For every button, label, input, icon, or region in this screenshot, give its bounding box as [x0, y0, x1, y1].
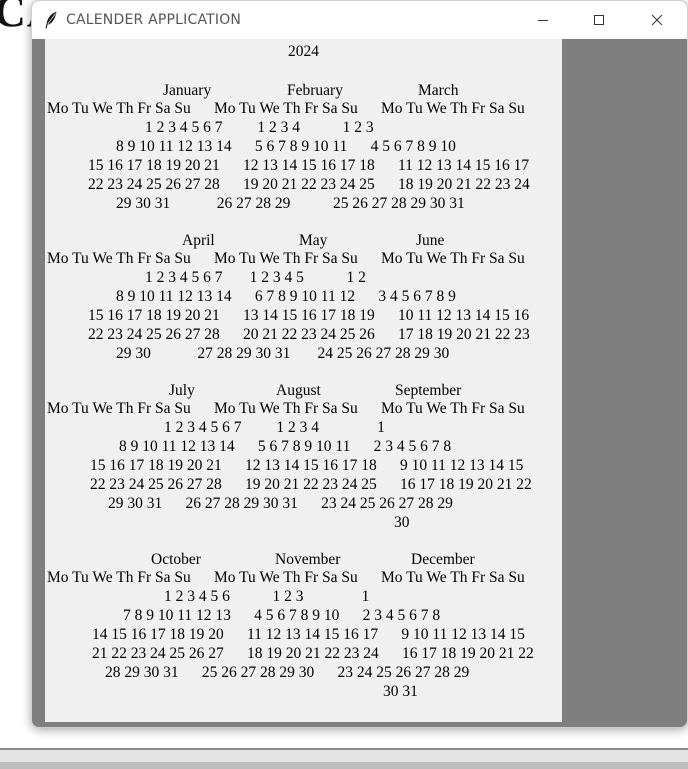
desktop: CA CALENDER APPLICATION 2024 January Feb… — [0, 0, 688, 769]
background-window-edge — [0, 748, 688, 769]
month-name: December — [411, 551, 475, 568]
week-row: 1 2 3 4 5 6 7 1 2 3 4 1 2 3 — [145, 119, 374, 136]
minimize-button[interactable] — [515, 1, 571, 39]
window-title: CALENDER APPLICATION — [66, 12, 242, 28]
month-name: October — [151, 551, 201, 568]
week-row: 8 9 10 11 12 13 14 5 6 7 8 9 10 11 4 5 6… — [116, 138, 456, 155]
month-name: March — [418, 82, 459, 99]
week-row: 15 16 17 18 19 20 21 12 13 14 15 16 17 1… — [90, 457, 524, 474]
minimize-icon — [538, 20, 548, 21]
week-row: 8 9 10 11 12 13 14 6 7 8 9 10 11 12 3 4 … — [116, 288, 456, 305]
week-row: 30 — [394, 514, 410, 531]
weekday-header: Mo Tu We Th Fr Sa Su Mo Tu We Th Fr Sa S… — [47, 569, 525, 586]
calendar-window: CALENDER APPLICATION 2024 January Februa… — [31, 0, 688, 728]
month-name: November — [275, 551, 341, 568]
month-name: February — [287, 82, 343, 99]
month-header-row: April May June — [47, 232, 562, 250]
year-label: 2024 — [288, 43, 319, 60]
title-bar[interactable]: CALENDER APPLICATION — [32, 1, 687, 39]
maximize-button[interactable] — [571, 1, 627, 39]
week-row: 29 30 31 26 27 28 29 25 26 27 28 29 30 3… — [116, 195, 465, 212]
week-row: 28 29 30 31 25 26 27 28 29 30 23 24 25 2… — [105, 664, 470, 681]
week-row: 30 31 — [383, 683, 418, 700]
month-name: September — [395, 382, 462, 399]
month-name: August — [276, 382, 321, 399]
month-name: January — [163, 82, 212, 99]
week-row: 14 15 16 17 18 19 20 11 12 13 14 15 16 1… — [92, 626, 525, 643]
weekday-header: Mo Tu We Th Fr Sa Su Mo Tu We Th Fr Sa S… — [47, 100, 525, 117]
feather-icon — [45, 11, 57, 29]
week-row: 22 23 24 25 26 27 28 19 20 21 22 23 24 2… — [90, 476, 532, 493]
calendar-panel: 2024 January February March Mo Tu We Th … — [45, 39, 562, 722]
week-row: 21 22 23 24 25 26 27 18 19 20 21 22 23 2… — [92, 645, 534, 662]
month-name: April — [182, 232, 215, 249]
maximize-icon — [594, 15, 604, 25]
week-row: 1 2 3 4 5 6 7 1 2 3 4 5 1 2 — [145, 269, 366, 286]
week-row: 22 23 24 25 26 27 28 19 20 21 22 23 24 2… — [88, 176, 530, 193]
close-icon — [651, 14, 663, 26]
week-row: 1 2 3 4 5 6 1 2 3 1 — [164, 588, 370, 605]
month-header-row: October November December — [47, 551, 562, 569]
week-row: 22 23 24 25 26 27 28 20 21 22 23 24 25 2… — [88, 326, 530, 343]
close-button[interactable] — [629, 1, 685, 39]
weekday-header: Mo Tu We Th Fr Sa Su Mo Tu We Th Fr Sa S… — [47, 250, 525, 267]
week-row: 7 8 9 10 11 12 13 4 5 6 7 8 9 10 2 3 4 5… — [123, 607, 441, 624]
week-row: 29 30 31 26 27 28 29 30 31 23 24 25 26 2… — [108, 495, 453, 512]
month-name: June — [416, 232, 445, 249]
month-name: May — [299, 232, 328, 249]
week-row: 1 2 3 4 5 6 7 1 2 3 4 1 — [164, 419, 385, 436]
month-header-row: January February March — [47, 82, 562, 100]
week-row: 15 16 17 18 19 20 21 12 13 14 15 16 17 1… — [88, 157, 530, 174]
week-row: 29 30 27 28 29 30 31 24 25 26 27 28 29 3… — [116, 345, 450, 362]
month-name: July — [169, 382, 195, 399]
week-row: 15 16 17 18 19 20 21 13 14 15 16 17 18 1… — [88, 307, 530, 324]
month-header-row: July August September — [47, 382, 562, 400]
weekday-header: Mo Tu We Th Fr Sa Su Mo Tu We Th Fr Sa S… — [47, 400, 525, 417]
week-row: 8 9 10 11 12 13 14 5 6 7 8 9 10 11 2 3 4… — [119, 438, 452, 455]
